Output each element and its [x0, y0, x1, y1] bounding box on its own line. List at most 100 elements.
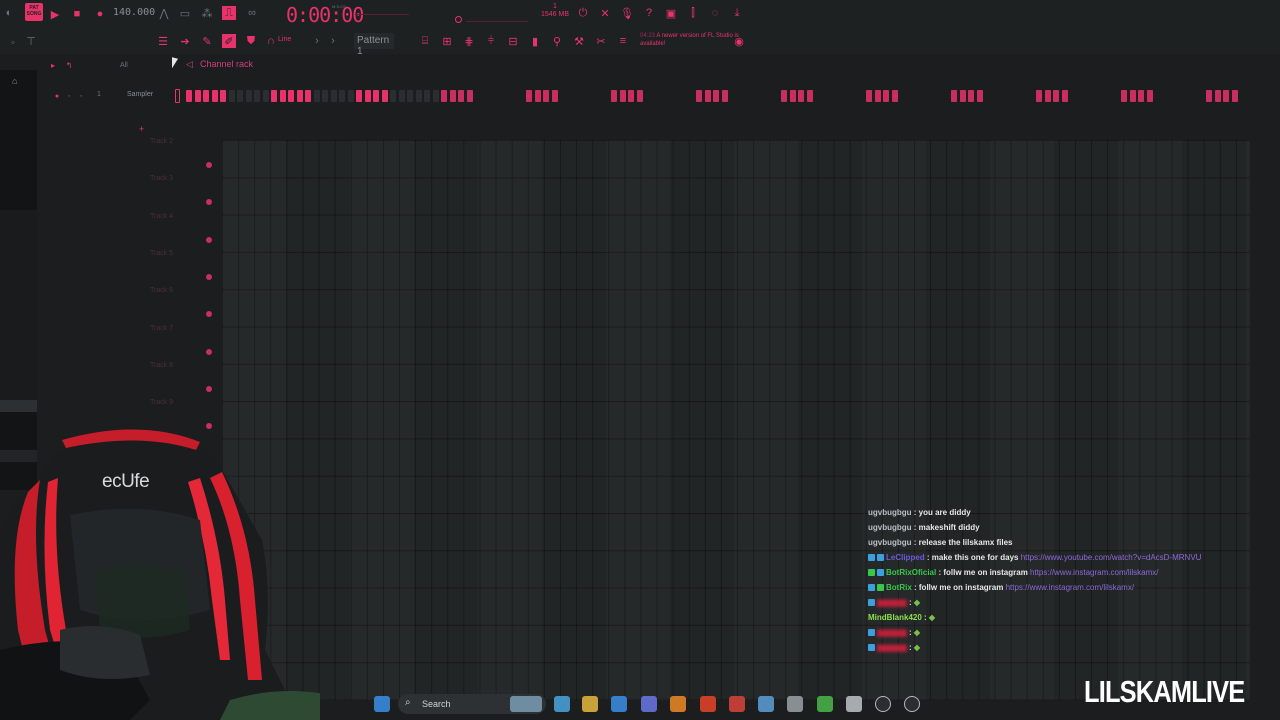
step-button[interactable]	[713, 90, 719, 102]
car-widget-icon[interactable]	[510, 696, 542, 712]
step-button[interactable]	[1206, 90, 1212, 102]
save-icon[interactable]: ▣	[664, 6, 678, 20]
mixer-icon[interactable]: ⫿	[686, 6, 700, 20]
steam-icon[interactable]	[758, 696, 774, 712]
step-button[interactable]	[313, 90, 320, 102]
record-icon[interactable]: ●	[93, 7, 107, 21]
loop-record-icon[interactable]: ∞	[245, 6, 259, 20]
4k-video-icon[interactable]	[846, 696, 862, 712]
chat-username[interactable]: ███████	[877, 631, 907, 637]
step-button[interactable]	[279, 90, 286, 102]
step-button[interactable]	[330, 90, 337, 102]
chat-username[interactable]: BotRix	[886, 583, 912, 592]
wait-input-icon[interactable]: ▭	[178, 6, 192, 20]
track-label[interactable]: Track 6	[150, 287, 173, 294]
step-button[interactable]	[466, 90, 473, 102]
step-button[interactable]	[1129, 90, 1136, 102]
step-button[interactable]	[228, 90, 235, 102]
arrow-right-icon[interactable]: ➔	[178, 34, 192, 48]
track-mute-dot[interactable]	[206, 236, 212, 243]
green-app-icon[interactable]	[817, 696, 833, 712]
rack-arrow-icon[interactable]: ▸	[46, 58, 60, 72]
play-icon[interactable]: ▶	[48, 7, 62, 21]
step-button[interactable]	[347, 90, 354, 102]
chat-link[interactable]: https://www.instagram.com/lilskamx/	[1028, 568, 1158, 577]
chat-username[interactable]: ugvbugbgu	[868, 508, 912, 517]
playlist-view-icon[interactable]: ☰	[156, 34, 170, 48]
step-edit-icon[interactable]: ⎍	[222, 6, 236, 20]
step-button[interactable]	[1036, 90, 1042, 102]
browser-folder-icon[interactable]: ⌂	[12, 76, 17, 86]
fl-studio-icon[interactable]	[670, 696, 686, 712]
fl-logo-icon[interactable]: ◐	[2, 6, 16, 20]
channel-filter[interactable]: All	[120, 62, 128, 69]
media-icon[interactable]	[787, 696, 803, 712]
step-button[interactable]	[203, 90, 209, 102]
pat-song-toggle[interactable]: PAT SONG	[25, 3, 43, 21]
track-label[interactable]: Track 4	[150, 213, 173, 220]
step-button[interactable]	[194, 90, 201, 102]
step-button[interactable]	[407, 90, 413, 102]
step-button[interactable]	[1061, 90, 1068, 102]
step-button[interactable]	[186, 90, 192, 102]
add-channel-icon[interactable]: +	[139, 124, 144, 134]
channel-rack-icon[interactable]: ⊞	[440, 34, 454, 48]
channel-number[interactable]: 1	[97, 91, 101, 98]
step-button[interactable]	[551, 90, 558, 102]
chat-username[interactable]: ███████	[877, 646, 907, 652]
countdown-icon[interactable]: ⁂	[200, 6, 214, 20]
chat-link[interactable]: https://www.instagram.com/lilskamx/	[1003, 583, 1134, 592]
pitch-slider[interactable]	[466, 21, 528, 22]
track-mute-dot[interactable]	[206, 273, 212, 280]
chat-link[interactable]: https://www.youtube.com/watch?v=dAcsD-MR…	[1018, 553, 1202, 562]
step-button[interactable]	[798, 90, 804, 102]
step-button[interactable]	[322, 90, 328, 102]
step-button[interactable]	[364, 90, 371, 102]
step-button[interactable]	[262, 90, 269, 102]
menu-icon[interactable]: ≡	[616, 34, 630, 48]
news-panel[interactable]: 04:23 A newer version of FL Studio is av…	[640, 32, 740, 48]
step-button[interactable]	[237, 90, 243, 102]
rack-undo-icon[interactable]: ↰	[62, 58, 76, 72]
track-mute-dot[interactable]	[206, 385, 212, 392]
online-icon[interactable]: ◉	[732, 34, 746, 48]
step-button[interactable]	[390, 90, 396, 102]
pin-icon[interactable]: ⊤	[24, 34, 38, 48]
step-button[interactable]	[381, 90, 388, 102]
snap-selector[interactable]: Line	[278, 36, 291, 43]
step-button[interactable]	[245, 90, 252, 102]
discord-icon[interactable]	[641, 696, 657, 712]
brave-icon[interactable]	[700, 696, 716, 712]
step-button[interactable]	[704, 90, 711, 102]
step-button[interactable]	[356, 90, 362, 102]
track-mute-dot[interactable]	[206, 348, 212, 355]
step-button[interactable]	[891, 90, 898, 102]
chat-username[interactable]: ugvbugbgu	[868, 538, 912, 547]
step-button[interactable]	[789, 90, 796, 102]
step-button[interactable]	[288, 90, 294, 102]
windows-start-icon[interactable]	[374, 696, 390, 712]
step-button[interactable]	[806, 90, 813, 102]
browser-icon[interactable]: ⌸	[418, 34, 432, 48]
step-button[interactable]	[526, 90, 532, 102]
stop-icon[interactable]: ■	[70, 7, 84, 21]
step-button[interactable]	[721, 90, 728, 102]
metronome-icon[interactable]: ⋀	[157, 6, 171, 20]
power-icon[interactable]: ⏻	[576, 6, 590, 20]
step-button[interactable]	[449, 90, 456, 102]
step-button[interactable]	[611, 90, 617, 102]
download-icon[interactable]: ⤓	[730, 6, 744, 20]
chat-username[interactable]: MindBlank420	[868, 613, 922, 622]
step-button[interactable]	[866, 90, 872, 102]
track-label[interactable]: Track 7	[150, 325, 173, 332]
step-button[interactable]	[543, 90, 549, 102]
piano-roll-icon[interactable]: ⋕	[462, 34, 476, 48]
step-button[interactable]	[619, 90, 626, 102]
channel-rack-title[interactable]: Channel rack	[200, 59, 253, 69]
step-button[interactable]	[1146, 90, 1153, 102]
track-label[interactable]: Track 9	[150, 399, 173, 406]
pattern-selector[interactable]: Pattern 1	[354, 33, 394, 57]
touch-keyboard-icon[interactable]: ⚲	[550, 34, 564, 48]
step-button[interactable]	[959, 90, 966, 102]
chat-username[interactable]: ugvbugbgu	[868, 523, 912, 532]
